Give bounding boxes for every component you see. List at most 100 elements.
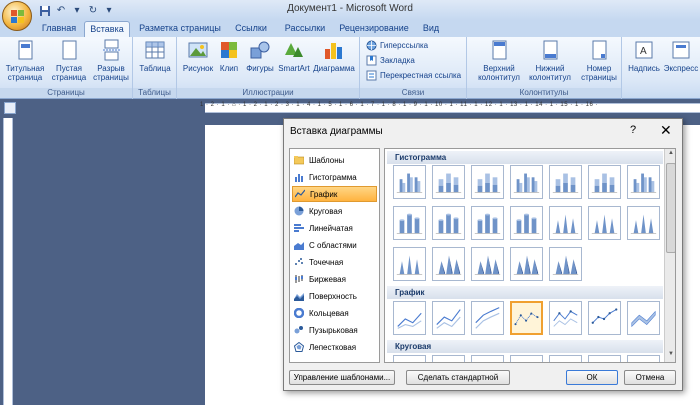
- line-type-2[interactable]: [432, 301, 465, 335]
- tab-page-layout[interactable]: Разметка страницы: [134, 21, 226, 37]
- tab-insert[interactable]: Вставка: [84, 21, 130, 37]
- category-radar-chart[interactable]: Лепестковая: [292, 339, 377, 355]
- category-label: График: [310, 189, 338, 199]
- quick-parts-button[interactable]: Экспресс: [662, 39, 700, 73]
- pie-type-5[interactable]: [549, 355, 582, 362]
- page-number-button[interactable]: Номер страницы: [577, 39, 621, 82]
- hyperlink-button[interactable]: Гиперссылка: [366, 40, 428, 51]
- crossref-button[interactable]: Перекрестная ссылка: [366, 70, 461, 81]
- line-type-1[interactable]: [393, 301, 426, 335]
- category-label: Кольцевая: [309, 308, 349, 318]
- category-line-chart[interactable]: График: [292, 186, 377, 202]
- scroll-thumb[interactable]: [666, 163, 675, 253]
- chevron-down-icon[interactable]: ▾: [70, 4, 84, 18]
- office-button[interactable]: [2, 1, 32, 31]
- close-button[interactable]: ✕: [660, 122, 672, 139]
- tab-view[interactable]: Вид: [418, 21, 444, 37]
- category-pie-chart[interactable]: Круговая: [292, 203, 377, 219]
- column-type-14-icon: [630, 214, 657, 234]
- vertical-ruler[interactable]: [3, 118, 13, 405]
- table-button[interactable]: Таблица: [136, 39, 174, 73]
- line-type-4[interactable]: [510, 301, 543, 335]
- scroll-down-icon[interactable]: ▼: [666, 351, 675, 361]
- picture-button[interactable]: Рисунок: [180, 39, 216, 73]
- save-icon[interactable]: [38, 4, 52, 18]
- column-type-13[interactable]: [588, 206, 621, 240]
- column-type-19[interactable]: [549, 247, 582, 281]
- category-surface-chart[interactable]: Поверхность: [292, 288, 377, 304]
- line-type-6[interactable]: [588, 301, 621, 335]
- column-type-14[interactable]: [627, 206, 660, 240]
- pie-type-2[interactable]: [432, 355, 465, 362]
- column-type-4[interactable]: [510, 165, 543, 199]
- category-folder[interactable]: Шаблоны: [292, 152, 377, 168]
- column-type-4-icon: [513, 173, 540, 193]
- category-area-chart[interactable]: С областями: [292, 237, 377, 253]
- undo-icon[interactable]: ↶: [54, 4, 68, 18]
- tab-review[interactable]: Рецензирование: [334, 21, 414, 37]
- manage-templates-button[interactable]: Управление шаблонами...: [289, 370, 395, 385]
- group-illustrations: Рисунок Клип Фигуры SmartArt Диаграмма И…: [177, 37, 360, 99]
- header-button[interactable]: Верхний колонтитул: [475, 39, 523, 82]
- line-type-7[interactable]: [627, 301, 660, 335]
- pie-type-6[interactable]: [588, 355, 621, 362]
- group-headers-label: Колонтитулы: [467, 88, 621, 98]
- column-type-5[interactable]: [549, 165, 582, 199]
- help-button[interactable]: ?: [630, 124, 636, 136]
- page-break-button[interactable]: Разрыв страницы: [90, 39, 132, 82]
- blank-page-button[interactable]: Пустая страница: [49, 39, 89, 82]
- cancel-button[interactable]: Отмена: [624, 370, 676, 385]
- customize-qat-icon[interactable]: ▾: [102, 4, 116, 18]
- category-scatter-chart[interactable]: Точечная: [292, 254, 377, 270]
- column-type-2[interactable]: [432, 165, 465, 199]
- column-type-8[interactable]: [393, 206, 426, 240]
- column-type-5-icon: [552, 173, 579, 193]
- set-default-button[interactable]: Сделать стандартной: [406, 370, 510, 385]
- column-type-10[interactable]: [471, 206, 504, 240]
- shapes-button[interactable]: Фигуры: [242, 39, 278, 73]
- scroll-up-icon[interactable]: ▲: [666, 150, 675, 160]
- category-doughnut-chart[interactable]: Кольцевая: [292, 305, 377, 321]
- pie-type-3[interactable]: [471, 355, 504, 362]
- tab-references[interactable]: Ссылки: [228, 21, 274, 37]
- category-bubble-chart[interactable]: Пузырьковая: [292, 322, 377, 338]
- tab-home[interactable]: Главная: [38, 21, 80, 37]
- surface-chart-icon: [294, 293, 304, 301]
- bar-chart-icon: [294, 224, 304, 232]
- column-type-12[interactable]: [549, 206, 582, 240]
- pie-type-4[interactable]: [510, 355, 543, 363]
- category-bar-chart[interactable]: Линейчатая: [292, 220, 377, 236]
- chart-button[interactable]: Диаграмма: [311, 39, 357, 73]
- column-type-15[interactable]: [393, 247, 426, 281]
- column-type-17[interactable]: [471, 247, 504, 281]
- ok-button[interactable]: ОК: [566, 370, 618, 385]
- column-type-6[interactable]: [588, 165, 621, 199]
- ruler-tab-selector[interactable]: [4, 102, 16, 114]
- category-stock-chart[interactable]: Биржевая: [292, 271, 377, 287]
- footer-button[interactable]: Нижний колонтитул: [525, 39, 575, 82]
- smartart-button[interactable]: SmartArt: [277, 39, 311, 73]
- column-type-3[interactable]: [471, 165, 504, 199]
- column-type-1[interactable]: [393, 165, 426, 199]
- pie-type-1[interactable]: [393, 355, 426, 362]
- column-type-11[interactable]: [510, 206, 543, 240]
- header-icon: [492, 40, 507, 60]
- cover-page-button[interactable]: Титульная страница: [3, 39, 47, 82]
- category-column-chart[interactable]: Гистограмма: [292, 169, 377, 185]
- clipart-button[interactable]: Клип: [217, 39, 241, 73]
- pie-type-7[interactable]: [627, 355, 660, 362]
- line-type-5[interactable]: [549, 301, 582, 335]
- column-type-9[interactable]: [432, 206, 465, 240]
- line-type-2-icon: [436, 309, 461, 329]
- column-type-16[interactable]: [432, 247, 465, 281]
- bookmark-button[interactable]: Закладка: [366, 55, 415, 66]
- gallery-scrollbar[interactable]: ▲ ▼: [664, 149, 675, 362]
- column-type-18[interactable]: [510, 247, 543, 281]
- line-type-3[interactable]: [471, 301, 504, 335]
- pie-type-4-icon: [511, 356, 542, 363]
- column-type-2-icon: [435, 173, 462, 193]
- textbox-button[interactable]: A Надпись: [628, 39, 660, 73]
- redo-icon[interactable]: ↻: [86, 4, 100, 18]
- column-type-7[interactable]: [627, 165, 660, 199]
- tab-mailings[interactable]: Рассылки: [278, 21, 332, 37]
